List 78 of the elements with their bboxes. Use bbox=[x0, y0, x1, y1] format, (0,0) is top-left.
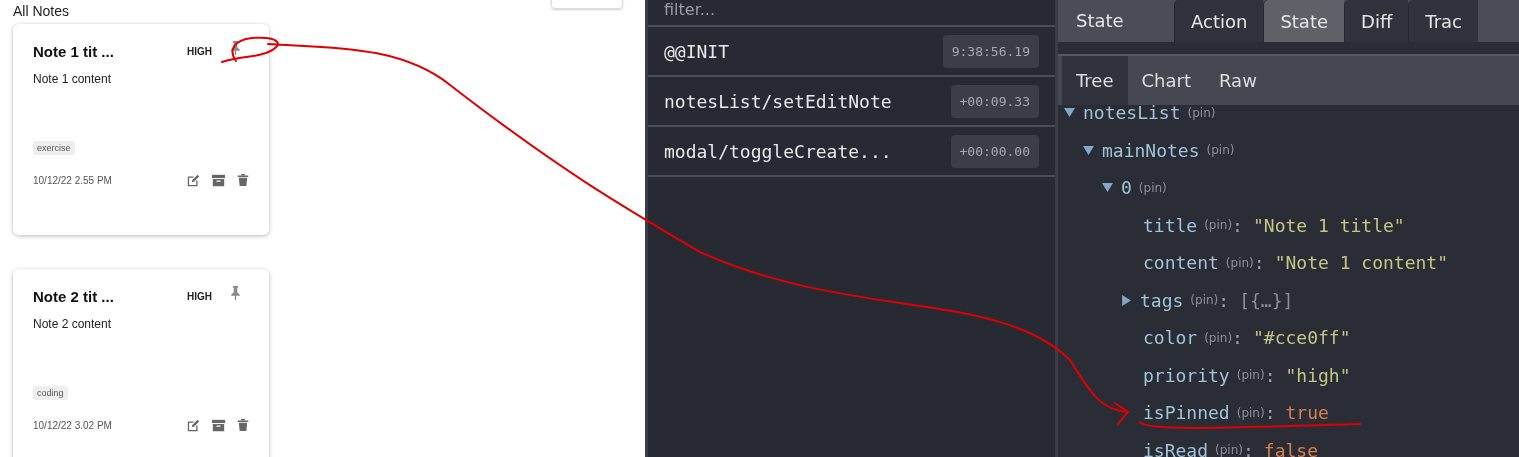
tree-key: mainNotes bbox=[1102, 139, 1200, 161]
separator: : bbox=[1232, 214, 1243, 236]
pin-link[interactable]: (pin) bbox=[1138, 180, 1167, 195]
edit-icon[interactable] bbox=[187, 418, 200, 432]
tree-key: title bbox=[1143, 214, 1198, 236]
tab[interactable]: Diff bbox=[1344, 0, 1409, 42]
archive-icon[interactable] bbox=[212, 418, 225, 432]
caret-icon[interactable] bbox=[1064, 107, 1075, 119]
tree-key: color bbox=[1143, 327, 1198, 349]
tree-key: notesList bbox=[1083, 105, 1181, 124]
note-card[interactable]: Note 2 tit ... HIGH Note 2 content coding 10/12/22 3.02 PM bbox=[13, 269, 269, 457]
tree-value: true bbox=[1285, 402, 1329, 424]
action-name: @@INIT bbox=[664, 40, 730, 62]
time-badge: 9:38:56.19 bbox=[942, 34, 1039, 68]
pin-link[interactable]: (pin) bbox=[1204, 218, 1233, 233]
pin-link[interactable]: (pin) bbox=[1215, 443, 1243, 457]
pin-icon[interactable] bbox=[230, 286, 241, 300]
tree-key: tags bbox=[1140, 289, 1184, 311]
pin-link[interactable]: (pin) bbox=[1225, 255, 1254, 270]
priority-label: HIGH bbox=[187, 290, 212, 302]
action-row[interactable]: @@INIT 9:38:56.19 bbox=[648, 27, 1055, 77]
tree-key: isPinned bbox=[1143, 402, 1230, 424]
separator: : bbox=[1253, 252, 1265, 274]
tree-value: "#cce0ff" bbox=[1252, 327, 1351, 349]
action-row[interactable]: notesList/setEditNote +00:09.33 bbox=[648, 77, 1055, 127]
tag-chip[interactable]: exercise bbox=[33, 141, 75, 155]
tab[interactable]: Tree bbox=[1062, 56, 1128, 105]
tree-value: "Note 1 title" bbox=[1252, 214, 1405, 236]
tree-value: false bbox=[1263, 439, 1318, 457]
edit-icon[interactable] bbox=[187, 173, 200, 187]
section-heading: All Notes bbox=[13, 3, 70, 20]
pin-link[interactable]: (pin) bbox=[1187, 105, 1216, 120]
caret-icon[interactable] bbox=[1102, 182, 1113, 194]
note-date: 10/12/22 2.55 PM bbox=[33, 174, 113, 186]
pin-link[interactable]: (pin) bbox=[1236, 368, 1265, 383]
tree-key: priority bbox=[1143, 364, 1230, 386]
tree-key: content bbox=[1143, 252, 1219, 274]
separator: : bbox=[1264, 364, 1276, 386]
action-row[interactable]: modal/toggleCreate... +00:00.00 bbox=[648, 127, 1055, 177]
pin-link[interactable]: (pin) bbox=[1236, 405, 1265, 420]
tree-key: isRead bbox=[1143, 439, 1209, 457]
pin-icon[interactable] bbox=[230, 41, 241, 55]
note-content: Note 2 content bbox=[33, 317, 113, 333]
pin-link[interactable]: (pin) bbox=[1206, 143, 1235, 158]
separator: : bbox=[1264, 402, 1276, 424]
note-title: Note 1 tit ... bbox=[33, 42, 115, 60]
separator: : bbox=[1218, 289, 1230, 311]
separator: : bbox=[1242, 439, 1254, 457]
priority-label: HIGH bbox=[187, 45, 212, 57]
note-title: Note 2 tit ... bbox=[33, 287, 115, 305]
tab[interactable]: Trac bbox=[1408, 0, 1478, 42]
note-content: Note 1 content bbox=[33, 72, 113, 88]
tab[interactable]: State bbox=[1263, 0, 1345, 42]
note-card[interactable]: Note 1 tit ... HIGH Note 1 content exercise 10/12/22 2.55 PM bbox=[13, 24, 269, 235]
tree-value: "high" bbox=[1285, 364, 1351, 386]
panel-title: State bbox=[1075, 9, 1125, 33]
time-badge: +00:00.00 bbox=[950, 134, 1039, 168]
tree-value: "Note 1 content" bbox=[1274, 252, 1448, 274]
time-badge: +00:09.33 bbox=[950, 84, 1039, 118]
action-name: notesList/setEditNote bbox=[664, 90, 892, 112]
pin-link[interactable]: (pin) bbox=[1204, 330, 1233, 345]
archive-icon[interactable] bbox=[212, 173, 225, 187]
note-date: 10/12/22 3.02 PM bbox=[33, 419, 113, 431]
tree-key: 0 bbox=[1121, 177, 1132, 199]
caret-icon[interactable] bbox=[1083, 144, 1094, 156]
filter-field[interactable]: filter... bbox=[648, 0, 1055, 27]
tree-value: [{…}] bbox=[1239, 289, 1294, 311]
trash-icon[interactable] bbox=[237, 418, 249, 432]
circle-mark bbox=[221, 36, 279, 63]
action-name: modal/toggleCreate... bbox=[664, 140, 892, 162]
tag-chip[interactable]: coding bbox=[33, 386, 68, 400]
tab[interactable]: Action bbox=[1174, 0, 1264, 42]
caret-icon[interactable] bbox=[1121, 294, 1132, 306]
tab[interactable]: Chart bbox=[1127, 56, 1205, 105]
pin-link[interactable]: (pin) bbox=[1190, 293, 1219, 308]
trash-icon[interactable] bbox=[237, 173, 249, 187]
separator: : bbox=[1232, 327, 1243, 349]
tab[interactable]: Raw bbox=[1205, 56, 1271, 105]
